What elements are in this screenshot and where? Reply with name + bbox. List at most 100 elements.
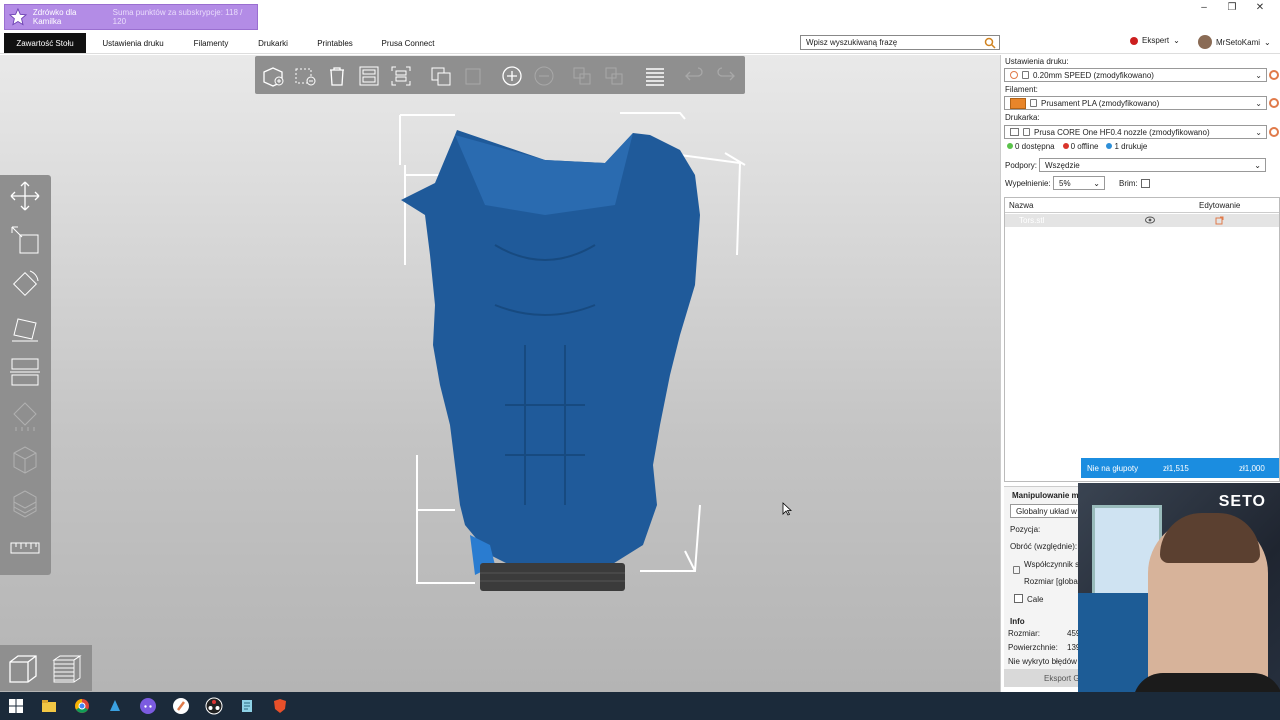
tab-filaments[interactable]: Filamenty <box>186 33 236 53</box>
info-size-label: Rozmiar: <box>1008 629 1041 638</box>
taskbar <box>0 692 1280 720</box>
restore-button[interactable]: ❐ <box>1218 0 1246 14</box>
chrome-icon[interactable] <box>73 697 91 715</box>
filament-color-swatch <box>1010 97 1026 109</box>
user-menu[interactable]: MrSetoKami ⌄ <box>1198 35 1271 49</box>
chevron-down-icon: ⌄ <box>1255 71 1262 80</box>
title-bar: Zdrówko dla Kamilka Suma punktów za subs… <box>0 0 1280 32</box>
rotate-label: Obróć (względnie): <box>1010 542 1078 551</box>
paste-icon <box>465 68 481 85</box>
file-explorer-icon[interactable] <box>40 697 58 715</box>
eye-icon[interactable] <box>1145 216 1155 224</box>
info-errors: Nie wykryto błędów <box>1008 657 1077 666</box>
top-toolbar <box>255 56 745 94</box>
copy-icon[interactable] <box>429 64 453 88</box>
tab-print-settings[interactable]: Ustawienia druku <box>96 33 170 53</box>
scale-tool-icon[interactable] <box>8 223 42 257</box>
add-instance-icon[interactable] <box>500 64 524 88</box>
list-item[interactable]: Tors.stl <box>1005 214 1279 227</box>
supports-value: Wszędzie <box>1045 160 1080 170</box>
lock-icon[interactable] <box>1013 566 1020 574</box>
rotate-tool-icon[interactable] <box>8 267 42 301</box>
status-available: 0 dostępna <box>1007 142 1055 151</box>
brave-icon[interactable] <box>271 697 289 715</box>
filament-combo[interactable]: Prusament PLA (zmodyfikowano) ⌄ <box>1004 96 1267 110</box>
prusaslicer-icon[interactable] <box>172 697 190 715</box>
chevron-down-icon: ⌄ <box>1093 179 1100 188</box>
3d-view-icon[interactable] <box>6 652 40 686</box>
tab-plater[interactable]: Zawartość Stołu <box>4 33 86 53</box>
search-icon[interactable] <box>984 37 996 49</box>
close-button[interactable]: ✕ <box>1246 0 1274 14</box>
coordinate-system-combo[interactable]: Globalny układ w <box>1010 504 1080 518</box>
tab-prusa-connect[interactable]: Prusa Connect <box>376 33 440 53</box>
notes-app-icon[interactable] <box>238 697 256 715</box>
torso-model[interactable] <box>395 105 755 615</box>
obs-icon[interactable] <box>205 697 223 715</box>
layers-editing-icon[interactable] <box>643 64 667 88</box>
tab-printables[interactable]: Printables <box>310 33 360 53</box>
inches-checkbox[interactable] <box>1014 594 1023 603</box>
preview-icon[interactable] <box>50 652 84 686</box>
undo-icon <box>685 67 703 81</box>
supports-combo[interactable]: Wszędzie ⌄ <box>1039 158 1266 172</box>
minimize-button[interactable]: – <box>1190 0 1218 14</box>
printer-value: Prusa CORE One HF0.4 nozzle (zmodyfikowa… <box>1034 127 1210 137</box>
tab-printers[interactable]: Drukarki <box>252 33 294 53</box>
mmu-painting-icon <box>13 490 37 518</box>
measure-tool-icon[interactable] <box>8 531 42 565</box>
supports-label: Podpory: <box>1005 161 1038 170</box>
mode-selector[interactable]: Ekspert ⌄ <box>1130 36 1180 45</box>
donation-goal-banner: Nie na głupoty zł1,515 zł1,000 <box>1081 458 1279 478</box>
scale-label: Współczynnik s <box>1024 560 1080 569</box>
inches-label: Cale <box>1027 595 1044 604</box>
system-preset-icon <box>1010 71 1018 79</box>
brim-checkbox[interactable] <box>1141 179 1150 188</box>
add-object-icon[interactable] <box>261 64 285 88</box>
expert-mode-icon <box>1130 36 1138 45</box>
seam-painting-icon <box>13 446 37 474</box>
chevron-down-icon: ⌄ <box>1173 36 1180 45</box>
windows-start-icon[interactable] <box>7 697 25 715</box>
discord-icon[interactable] <box>139 697 157 715</box>
search-input[interactable]: Wpisz wyszukiwaną frazę <box>800 35 1000 50</box>
move-tool-icon[interactable] <box>8 179 42 213</box>
arrange-icon[interactable] <box>357 64 381 88</box>
main-tabbar: Zawartość Stołu Ustawienia druku Filamen… <box>0 32 1280 54</box>
lock-icon <box>1023 128 1030 136</box>
filament-value: Prusament PLA (zmodyfikowano) <box>1041 98 1160 108</box>
gear-icon[interactable] <box>1269 127 1279 137</box>
user-name: MrSetoKami <box>1216 37 1261 47</box>
delete-object-icon[interactable] <box>293 64 317 88</box>
object-list-header: Nazwa Edytowanie <box>1005 198 1279 213</box>
cut-tool-icon[interactable] <box>8 355 42 389</box>
gear-icon[interactable] <box>1269 70 1279 80</box>
size-label: Rozmiar [global <box>1024 577 1080 586</box>
place-on-face-icon[interactable] <box>8 311 42 345</box>
position-label: Pozycja: <box>1010 525 1041 534</box>
infill-label: Wypełnienie: <box>1005 179 1051 188</box>
streamer-hair-image <box>1160 513 1260 563</box>
split-objects-icon <box>573 67 591 85</box>
filament-label: Filament: <box>1005 85 1038 94</box>
3d-viewport[interactable] <box>0 55 1000 692</box>
overlay-subtitle: Suma punktów za subskrypcje: 118 / 120 <box>112 8 243 26</box>
print-settings-combo[interactable]: 0.20mm SPEED (zmodyfikowano) ⌄ <box>1004 68 1267 82</box>
infill-combo[interactable]: 5% ⌄ <box>1053 176 1105 190</box>
webcam-overlay: SETO <box>1078 483 1280 720</box>
webcam-logo: SETO <box>1218 493 1266 510</box>
gear-icon[interactable] <box>1269 98 1279 108</box>
infill-value: 5% <box>1059 178 1071 188</box>
delete-all-icon[interactable] <box>325 64 349 88</box>
chevron-down-icon: ⌄ <box>1255 99 1262 108</box>
left-toolbar <box>0 175 51 575</box>
chevron-down-icon: ⌄ <box>1254 161 1261 170</box>
app-icon[interactable] <box>106 697 124 715</box>
object-list: Nazwa Edytowanie Tors.stl <box>1004 197 1280 482</box>
printer-combo[interactable]: Prusa CORE One HF0.4 nozzle (zmodyfikowa… <box>1004 125 1267 139</box>
arrange-selection-icon[interactable] <box>389 64 413 88</box>
info-surface-label: Powierzchnie: <box>1008 643 1058 652</box>
avatar <box>1198 35 1212 49</box>
edit-icon[interactable] <box>1215 216 1224 225</box>
view-switcher <box>0 645 92 691</box>
